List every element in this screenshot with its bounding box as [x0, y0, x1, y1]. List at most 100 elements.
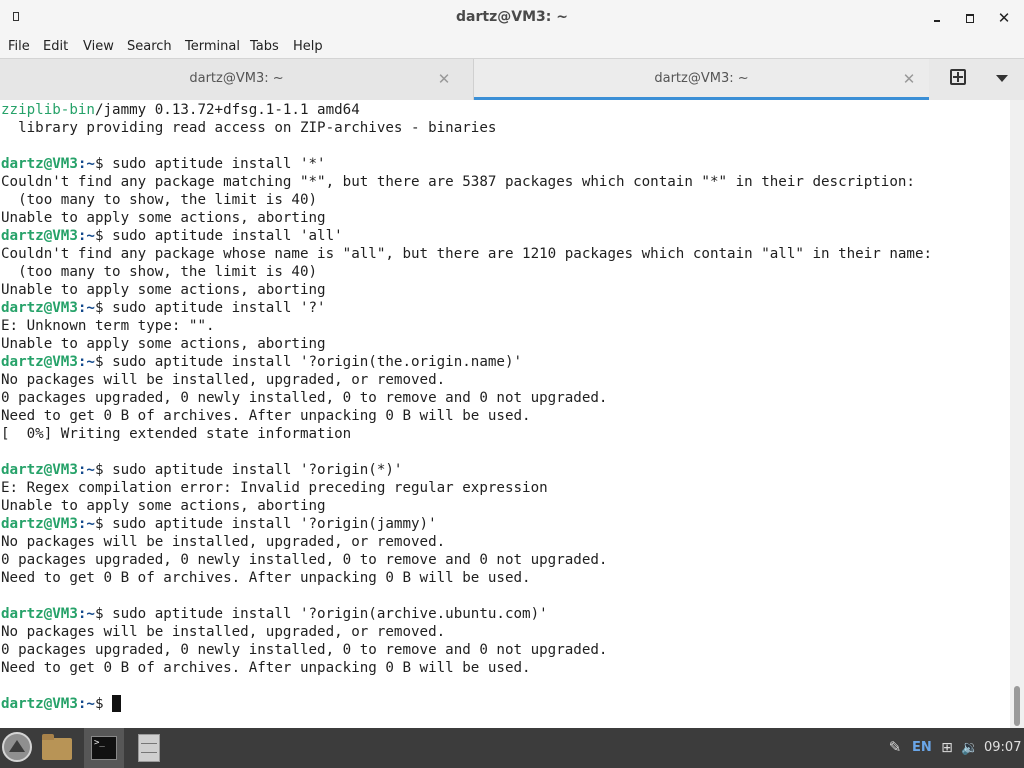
- prompt-line: dartz@VM3:~$: [1, 695, 122, 713]
- prompt-user: dartz@VM3: [1, 606, 78, 622]
- command-text: sudo aptitude install '?origin(archive.u…: [112, 606, 548, 622]
- terminal-output[interactable]: zziplib-bin/jammy 0.13.72+dfsg.1-1.1 amd…: [0, 100, 1010, 728]
- terminal-cursor: [112, 695, 122, 712]
- menu-edit[interactable]: Edit: [43, 36, 68, 58]
- output-line: Couldn't find any package matching "*", …: [1, 174, 915, 190]
- prompt-line: dartz@VM3:~$ sudo aptitude install '?ori…: [1, 605, 548, 623]
- menu-terminal[interactable]: Terminal: [185, 36, 240, 58]
- prompt-sign: $: [94, 156, 113, 172]
- output-line: Unable to apply some actions, aborting: [1, 336, 326, 352]
- output-line: E: Unknown term type: "".: [1, 318, 215, 334]
- command-text: sudo aptitude install '?origin(the.origi…: [112, 354, 523, 370]
- output-line: No packages will be installed, upgraded,…: [1, 624, 446, 640]
- output-line: 0 packages upgraded, 0 newly installed, …: [1, 390, 608, 406]
- command-text: sudo aptitude install '?origin(jammy)': [112, 516, 437, 532]
- output-line: Couldn't find any package whose name is …: [1, 246, 933, 262]
- file-cabinet-icon[interactable]: [138, 734, 160, 762]
- menubar: File Edit View Search Terminal Tabs Help: [0, 36, 1024, 58]
- prompt-path: :~: [77, 462, 95, 478]
- output-line: Need to get 0 B of archives. After unpac…: [1, 408, 531, 424]
- tab-list-dropdown-icon[interactable]: [996, 75, 1008, 82]
- prompt-sign: $: [94, 696, 113, 712]
- package-info: /jammy 0.13.72+dfsg.1-1.1 amd64: [94, 102, 360, 118]
- output-line: No packages will be installed, upgraded,…: [1, 534, 446, 550]
- menu-help[interactable]: Help: [293, 36, 323, 58]
- prompt-user: dartz@VM3: [1, 156, 78, 172]
- tab-2-label: dartz@VM3: ~: [654, 71, 749, 86]
- prompt-sign: $: [94, 354, 113, 370]
- menu-search[interactable]: Search: [127, 36, 172, 58]
- prompt-user: dartz@VM3: [1, 354, 78, 370]
- output-line: Need to get 0 B of archives. After unpac…: [1, 660, 531, 676]
- package-name: zziplib-bin: [1, 102, 95, 118]
- command-text: sudo aptitude install 'all': [112, 228, 343, 244]
- clock[interactable]: 09:07: [984, 738, 1021, 758]
- close-button[interactable]: ✕: [994, 8, 1014, 28]
- tab-bar: dartz@VM3: ~ ✕ dartz@VM3: ~ ✕: [0, 58, 1024, 100]
- output-line: 0 packages upgraded, 0 newly installed, …: [1, 552, 608, 568]
- output-line: (too many to show, the limit is 40): [1, 192, 318, 208]
- file-manager-icon[interactable]: [42, 734, 72, 760]
- prompt-user: dartz@VM3: [1, 462, 78, 478]
- prompt-sign: $: [94, 228, 113, 244]
- taskbar: >_: [0, 728, 1024, 768]
- output-line: No packages will be installed, upgraded,…: [1, 372, 446, 388]
- prompt-path: :~: [77, 516, 95, 532]
- prompt-path: :~: [77, 606, 95, 622]
- terminal-taskbar-button[interactable]: >_: [84, 728, 124, 768]
- output-line: Unable to apply some actions, aborting: [1, 498, 326, 514]
- scrollbar-thumb[interactable]: [1014, 686, 1020, 726]
- prompt-path: :~: [77, 228, 95, 244]
- terminal-icon: >_: [91, 736, 117, 760]
- tab-1-close-icon[interactable]: ✕: [434, 69, 454, 89]
- minimize-button[interactable]: [926, 8, 946, 28]
- terminal-scrollbar[interactable]: [1010, 100, 1024, 728]
- prompt-path: :~: [77, 696, 95, 712]
- maximize-button[interactable]: [960, 8, 980, 28]
- prompt-path: :~: [77, 156, 95, 172]
- prompt-line: dartz@VM3:~$ sudo aptitude install '?ori…: [1, 353, 522, 371]
- prompt-line: dartz@VM3:~$ sudo aptitude install 'all': [1, 227, 343, 245]
- output-line: [ 0%] Writing extended state information: [1, 426, 352, 442]
- window-titlebar[interactable]: dartz@VM3: ~ ✕: [0, 0, 1024, 36]
- prompt-line: dartz@VM3:~$ sudo aptitude install '?ori…: [1, 515, 437, 533]
- prompt-sign: $: [94, 606, 113, 622]
- menu-tabs[interactable]: Tabs: [250, 36, 279, 58]
- network-icon[interactable]: ⊞: [938, 738, 956, 758]
- output-line: E: Regex compilation error: Invalid prec…: [1, 480, 548, 496]
- tab-1-label: dartz@VM3: ~: [189, 71, 284, 86]
- notes-icon[interactable]: ✎: [886, 738, 904, 756]
- prompt-line: dartz@VM3:~$ sudo aptitude install '?ori…: [1, 461, 402, 479]
- command-text: sudo aptitude install '?': [112, 300, 326, 316]
- new-tab-icon[interactable]: [950, 69, 966, 85]
- output-line: Need to get 0 B of archives. After unpac…: [1, 570, 531, 586]
- prompt-path: :~: [77, 354, 95, 370]
- keyboard-layout-indicator[interactable]: EN: [912, 738, 932, 758]
- prompt-user: dartz@VM3: [1, 228, 78, 244]
- volume-icon[interactable]: 🔉: [960, 738, 980, 758]
- prompt-line: dartz@VM3:~$ sudo aptitude install '*': [1, 155, 326, 173]
- prompt-sign: $: [94, 462, 113, 478]
- prompt-line: dartz@VM3:~$ sudo aptitude install '?': [1, 299, 326, 317]
- prompt-user: dartz@VM3: [1, 696, 78, 712]
- command-text: sudo aptitude install '*': [112, 156, 326, 172]
- output-line: 0 packages upgraded, 0 newly installed, …: [1, 642, 608, 658]
- prompt-sign: $: [94, 516, 113, 532]
- tab-2[interactable]: dartz@VM3: ~ ✕: [474, 59, 929, 100]
- output-line: Unable to apply some actions, aborting: [1, 282, 326, 298]
- tab-1[interactable]: dartz@VM3: ~ ✕: [0, 59, 474, 100]
- tab-2-close-icon[interactable]: ✕: [899, 69, 919, 89]
- prompt-user: dartz@VM3: [1, 300, 78, 316]
- output-line: library providing read access on ZIP-arc…: [1, 120, 497, 136]
- output-line: (too many to show, the limit is 40): [1, 264, 318, 280]
- start-menu-icon[interactable]: [2, 732, 32, 762]
- window-title: dartz@VM3: ~: [456, 9, 568, 25]
- prompt-user: dartz@VM3: [1, 516, 78, 532]
- package-line: zziplib-bin/jammy 0.13.72+dfsg.1-1.1 amd…: [1, 101, 360, 119]
- command-text: sudo aptitude install '?origin(*)': [112, 462, 403, 478]
- menu-file[interactable]: File: [8, 36, 30, 58]
- prompt-sign: $: [94, 300, 113, 316]
- prompt-path: :~: [77, 300, 95, 316]
- output-line: Unable to apply some actions, aborting: [1, 210, 326, 226]
- menu-view[interactable]: View: [83, 36, 114, 58]
